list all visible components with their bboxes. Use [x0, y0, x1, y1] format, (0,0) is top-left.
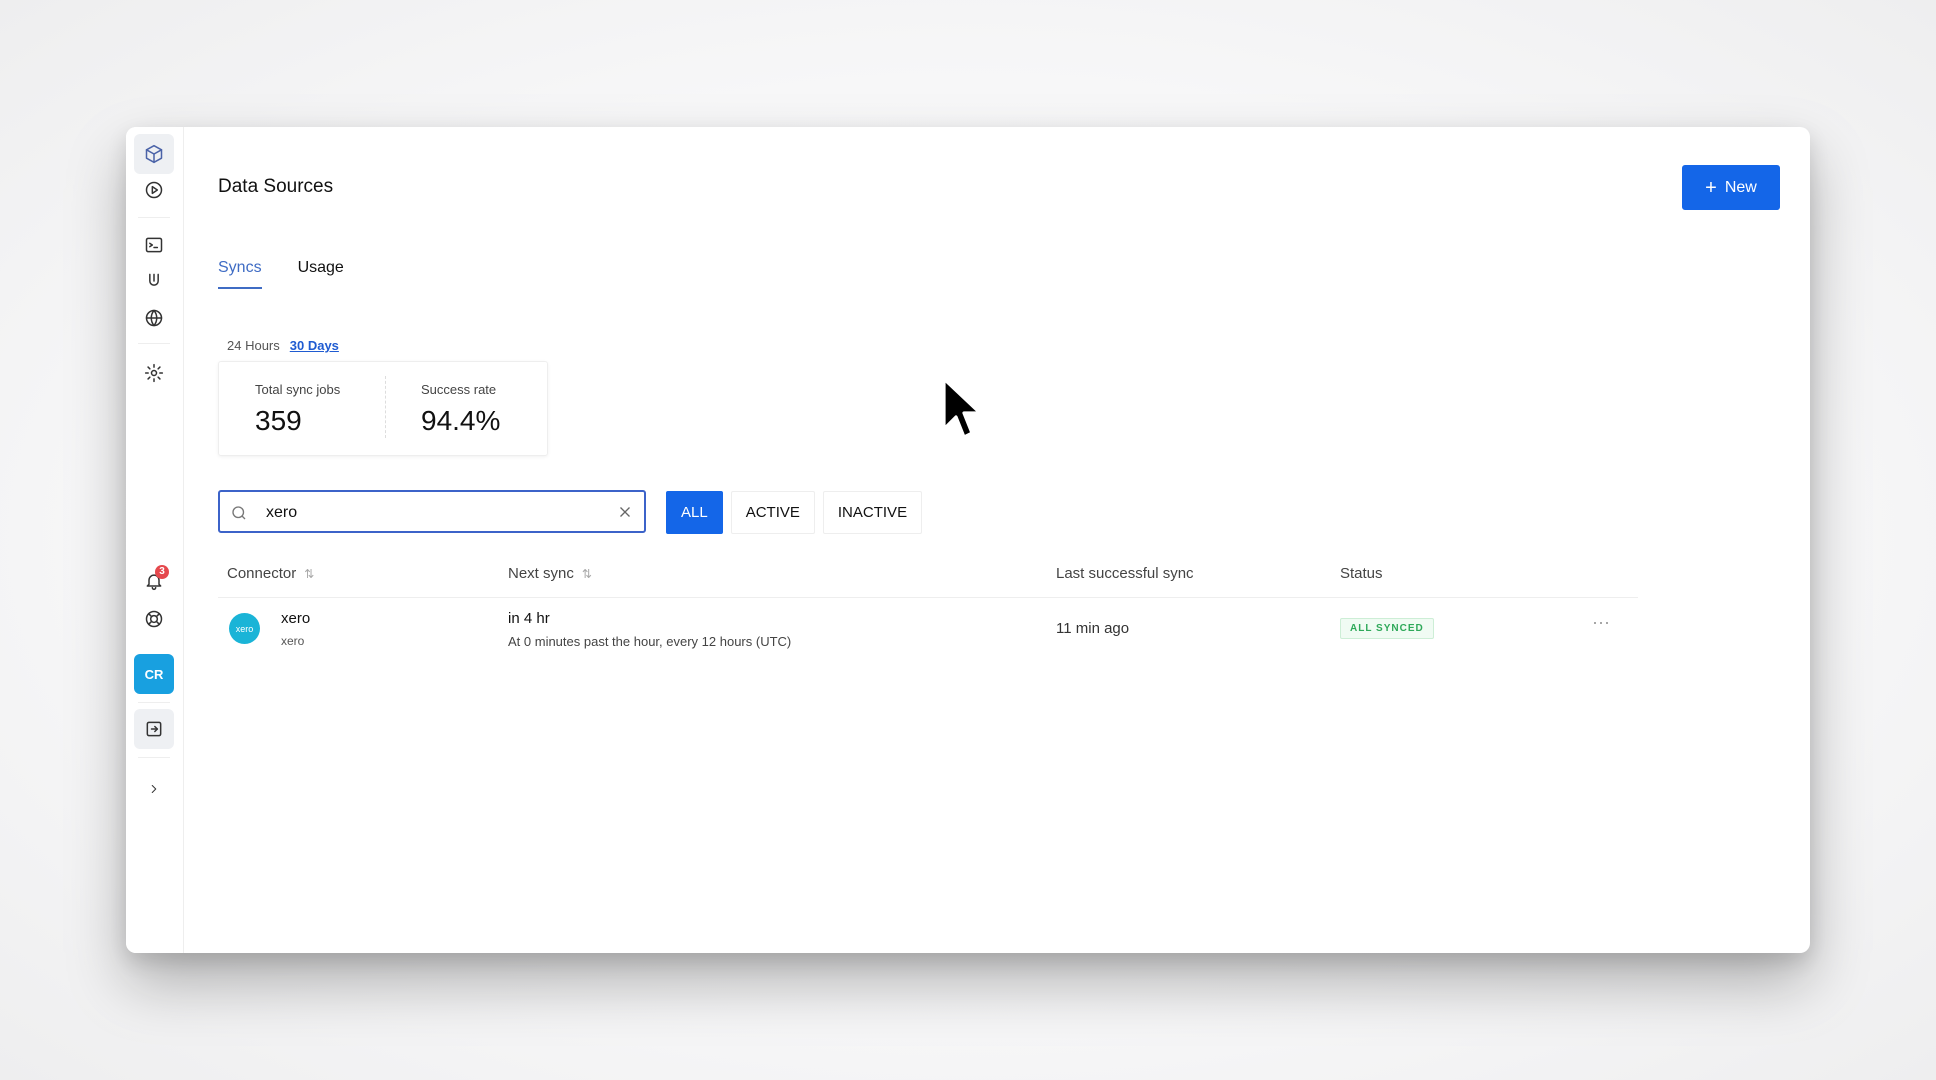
range-30-days[interactable]: 30 Days — [290, 338, 339, 353]
new-button-label: New — [1724, 178, 1757, 196]
search-icon — [232, 506, 246, 520]
connections-table: Connector ⇅ Next sync ⇅ Last successful … — [218, 557, 1638, 660]
new-button[interactable]: + New — [1682, 165, 1780, 210]
table-row[interactable]: xero xero xero in 4 hr At 0 minutes past… — [218, 598, 1638, 660]
sidebar: 3 CR — [126, 127, 184, 953]
next-sync: in 4 hr — [508, 610, 550, 627]
sidebar-item-logout[interactable] — [134, 709, 174, 749]
time-range-selector: 24 Hours 30 Days — [227, 338, 339, 353]
play-circle-icon — [145, 181, 163, 199]
close-icon — [620, 507, 630, 517]
sidebar-item-runs[interactable] — [134, 170, 174, 210]
sidebar-item-data-sources[interactable] — [134, 134, 174, 174]
lifebuoy-icon — [145, 610, 163, 628]
more-options-button[interactable]: ··· — [1592, 612, 1610, 633]
sidebar-divider — [138, 702, 170, 703]
filter-inactive-button[interactable]: INACTIVE — [822, 491, 923, 534]
sidebar-divider — [138, 343, 170, 344]
terminal-icon — [145, 237, 163, 253]
column-label: Next sync — [508, 565, 574, 582]
filter-all-button[interactable]: ALL — [666, 491, 723, 534]
gear-icon — [144, 363, 164, 383]
next-sync-detail: At 0 minutes past the hour, every 12 hou… — [508, 634, 792, 649]
stat-divider — [385, 376, 386, 438]
sort-icon: ⇅ — [581, 566, 592, 581]
connector-name: xero — [281, 610, 311, 627]
last-successful-sync: 11 min ago — [1056, 620, 1130, 637]
connector-subtitle: xero — [281, 634, 305, 648]
cube-icon — [145, 144, 163, 164]
filter-active-button[interactable]: ACTIVE — [730, 491, 815, 534]
sidebar-item-terminal[interactable] — [134, 225, 174, 265]
search-input[interactable] — [264, 500, 588, 526]
sidebar-item-network[interactable] — [134, 298, 174, 338]
sidebar-item-help[interactable] — [134, 599, 174, 639]
app-window: 3 CR Data Sources + New Syncs Usage 24 H… — [126, 127, 1810, 953]
column-label: Status — [1340, 565, 1383, 582]
search-box — [218, 490, 646, 533]
column-last-successful-sync: Last successful sync — [1056, 565, 1194, 582]
stat-total-sync-jobs: Total sync jobs 359 — [255, 382, 340, 437]
stat-label: Success rate — [421, 382, 497, 397]
clear-search-button[interactable] — [616, 503, 634, 521]
stat-value: 359 — [255, 405, 302, 436]
sort-icon: ⇅ — [304, 566, 315, 581]
tabs: Syncs Usage — [218, 259, 344, 289]
range-24-hours[interactable]: 24 Hours — [227, 338, 280, 353]
xero-logo: xero — [229, 613, 260, 644]
column-label: Last successful sync — [1056, 565, 1194, 582]
sidebar-item-settings[interactable] — [134, 353, 174, 393]
status-badge: ALL SYNCED — [1340, 618, 1434, 639]
stats-card: Total sync jobs 359 Success rate 94.4% — [218, 361, 548, 456]
column-label: Connector — [227, 565, 297, 582]
chevron-right-icon — [151, 784, 157, 794]
plus-icon: + — [1705, 176, 1717, 199]
notification-badge: 3 — [155, 565, 169, 579]
column-status: Status — [1340, 565, 1383, 582]
main-content: Data Sources + New Syncs Usage 24 Hours … — [184, 127, 1810, 953]
sidebar-expand-button[interactable] — [134, 769, 174, 809]
log-in-icon — [146, 721, 162, 737]
mouse-cursor-icon — [942, 377, 982, 439]
globe-icon — [145, 309, 163, 327]
sidebar-divider — [138, 217, 170, 218]
tab-usage[interactable]: Usage — [298, 259, 344, 289]
page-title: Data Sources — [218, 176, 334, 197]
sidebar-divider — [138, 757, 170, 758]
status-filters: ALL ACTIVE INACTIVE — [666, 491, 923, 534]
column-next-sync[interactable]: Next sync ⇅ — [508, 565, 592, 582]
sidebar-item-notifications[interactable]: 3 — [134, 561, 174, 601]
tab-syncs[interactable]: Syncs — [218, 259, 262, 289]
stat-success-rate: Success rate 94.4% — [421, 382, 500, 437]
column-connector[interactable]: Connector ⇅ — [227, 565, 314, 582]
avatar[interactable]: CR — [134, 654, 174, 694]
sidebar-item-hooks[interactable] — [134, 261, 174, 301]
stat-value: 94.4% — [421, 405, 501, 436]
table-header: Connector ⇅ Next sync ⇅ Last successful … — [218, 557, 1638, 598]
hook-icon — [149, 273, 159, 286]
stat-label: Total sync jobs — [255, 382, 341, 397]
